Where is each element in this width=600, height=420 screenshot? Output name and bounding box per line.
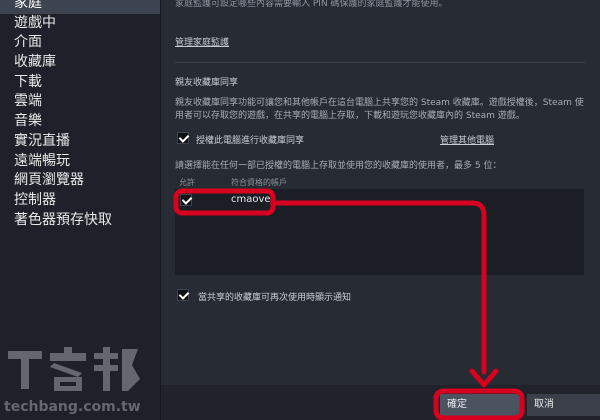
authorize-computer-checkbox[interactable] xyxy=(177,132,189,144)
sidebar-nav: 家庭 遊戲中 介面 收藏庫 下載 雲端 音樂 實況直播 遠端暢玩 網頁瀏覽器 控… xyxy=(0,0,160,230)
sidebar-item-broadcasting[interactable]: 實況直播 xyxy=(0,132,160,152)
notify-checkbox[interactable] xyxy=(177,289,189,301)
library-sharing-title: 親友收藏庫同享 xyxy=(175,78,239,88)
allow-account-checkbox[interactable] xyxy=(180,194,192,206)
sidebar-item-downloads[interactable]: 下載 xyxy=(0,73,160,93)
manage-other-computers-link[interactable]: 管理其他電腦 xyxy=(440,133,494,146)
sidebar-item-shader-cache[interactable]: 著色器預存快取 xyxy=(0,211,160,231)
authorize-computer-label[interactable]: 授權此電腦進行收藏庫同享 xyxy=(196,133,304,146)
column-header-allow: 允許 xyxy=(179,178,195,187)
select-users-prompt: 請選擇能在任何一部已授權的電腦上存取並使用您的收藏庫的使用者，最多 5 位： xyxy=(175,161,502,171)
sidebar-item-family[interactable]: 家庭 xyxy=(0,0,160,14)
sidebar-item-interface[interactable]: 介面 xyxy=(0,33,160,53)
account-name: cmaover xyxy=(231,194,275,205)
techbang-watermark-logo: techbang.com.tw xyxy=(4,347,141,415)
family-view-description: 家庭監護可設定哪些內容需要輸入 PIN 碼保護的家庭監護才能使用。 xyxy=(175,0,448,9)
column-header-eligible-accounts: 符合資格的帳戶 xyxy=(231,178,287,187)
library-sharing-description: 親友收藏庫同享功能可讓您和其他帳戶在這台電腦上共享您的 Steam 收藏庫。遊戲… xyxy=(175,98,584,121)
family-settings-panel: 家庭監護可設定哪些內容需要輸入 PIN 碼保護的家庭監護才能使用。 管理家庭監護… xyxy=(161,0,600,420)
notify-label[interactable]: 當共享的收藏庫可再次使用時顯示通知 xyxy=(198,290,351,303)
sidebar-item-cloud[interactable]: 雲端 xyxy=(0,92,160,112)
eligible-accounts-table: 允許 符合資格的帳戶 cmaover xyxy=(175,175,584,275)
sidebar-item-web-browser[interactable]: 網頁瀏覽器 xyxy=(0,171,160,191)
sidebar-item-remote-play[interactable]: 遠端暢玩 xyxy=(0,152,160,172)
table-header: 允許 符合資格的帳戶 xyxy=(175,175,584,189)
sidebar-item-in-game[interactable]: 遊戲中 xyxy=(0,14,160,34)
watermark-url: techbang.com.tw xyxy=(4,399,141,415)
sidebar-item-controller[interactable]: 控制器 xyxy=(0,191,160,211)
manage-family-view-link[interactable]: 管理家庭監護 xyxy=(175,35,229,48)
cancel-button[interactable]: 取消 xyxy=(527,394,600,416)
table-row[interactable]: cmaover xyxy=(175,190,584,210)
ok-button[interactable]: 確定 xyxy=(440,394,520,416)
sidebar-item-library[interactable]: 收藏庫 xyxy=(0,53,160,73)
sidebar-item-music[interactable]: 音樂 xyxy=(0,112,160,132)
section-divider xyxy=(175,62,585,63)
